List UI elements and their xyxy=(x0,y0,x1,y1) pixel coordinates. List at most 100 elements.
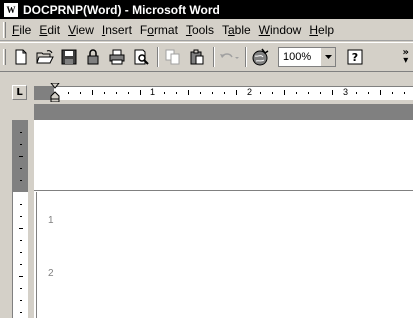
ruler-tick xyxy=(20,144,22,145)
paste-button[interactable] xyxy=(186,46,208,68)
ruler-tick xyxy=(20,300,22,301)
ruler-tick xyxy=(19,228,23,229)
line-number: 1 xyxy=(48,215,54,226)
menu-bar: File Edit View Insert Format Tools Table… xyxy=(0,19,413,41)
print-preview-button[interactable] xyxy=(130,46,152,68)
ruler-tick xyxy=(368,92,369,94)
ruler-tick xyxy=(176,92,177,94)
print-preview-icon xyxy=(134,49,149,65)
page-gap-area xyxy=(34,104,413,120)
ruler-tick xyxy=(272,92,273,94)
indent-marker-icon[interactable] xyxy=(50,83,60,102)
ruler-tick xyxy=(20,168,22,169)
svg-text:?: ? xyxy=(352,51,358,64)
window-title: DOCPRNP(Word) - Microsoft Word xyxy=(23,2,220,17)
ruler-tick xyxy=(140,90,141,95)
document-page[interactable]: 1 2 xyxy=(34,120,413,318)
help-button[interactable]: ? xyxy=(344,46,366,68)
question-mark-icon: ? xyxy=(347,49,363,65)
ruler-tick xyxy=(332,90,333,95)
ruler-tick xyxy=(20,204,22,205)
line-number: 2 xyxy=(48,268,54,279)
ruler-tick xyxy=(20,288,22,289)
menu-view[interactable]: View xyxy=(66,23,100,37)
copy-button[interactable] xyxy=(162,46,184,68)
ruler-tick xyxy=(104,92,105,94)
menu-edit[interactable]: Edit xyxy=(37,23,66,37)
menu-table[interactable]: Table xyxy=(220,23,257,37)
ruler-number: 2 xyxy=(247,87,253,97)
ruler-tick xyxy=(212,92,213,94)
ruler-tick xyxy=(80,92,81,94)
ruler-tick xyxy=(20,312,22,313)
menu-insert[interactable]: Insert xyxy=(100,23,138,37)
copy-icon xyxy=(165,49,180,65)
ruler-number: 3 xyxy=(343,87,349,97)
toolbar-overflow-button[interactable]: » ▾ xyxy=(402,47,409,66)
ruler-tick xyxy=(20,252,22,253)
ruler-tick xyxy=(164,92,165,94)
chevron-down-icon xyxy=(324,55,332,59)
menu-help[interactable]: Help xyxy=(307,23,340,37)
web-toolbar-icon xyxy=(252,48,269,66)
ruler-tick xyxy=(284,90,285,95)
open-folder-icon xyxy=(36,50,54,64)
web-toolbar-button[interactable] xyxy=(250,46,272,68)
ruler-tick xyxy=(92,90,93,95)
word-app-icon[interactable]: W xyxy=(4,2,18,17)
page-left-edge xyxy=(36,192,37,318)
menu-window[interactable]: Window xyxy=(257,23,308,37)
new-document-button[interactable] xyxy=(10,46,32,68)
ruler-tick xyxy=(380,90,381,95)
menubar-grip-handle[interactable] xyxy=(3,21,6,38)
menu-format[interactable]: Format xyxy=(138,23,184,37)
ruler-tick xyxy=(19,156,23,157)
toolbar-separator xyxy=(157,47,159,67)
ruler-tick xyxy=(236,90,237,95)
ruler-tick xyxy=(20,180,22,181)
tab-selector-button[interactable]: L xyxy=(12,85,27,100)
ruler-tick xyxy=(392,92,393,94)
ruler-tick xyxy=(320,92,321,94)
open-button[interactable] xyxy=(34,46,56,68)
ruler-tick xyxy=(20,132,22,133)
ruler-tick xyxy=(19,276,23,277)
page-top-edge xyxy=(34,190,413,191)
menu-tools[interactable]: Tools xyxy=(184,23,220,37)
menu-file[interactable]: File xyxy=(10,23,37,37)
zoom-value: 100% xyxy=(283,51,312,63)
ruler-tick xyxy=(224,92,225,94)
save-icon xyxy=(61,49,77,65)
ruler-tick xyxy=(128,92,129,94)
word-window: W DOCPRNP(Word) - Microsoft Word File Ed… xyxy=(0,0,413,318)
ruler-tick xyxy=(296,92,297,94)
zoom-dropdown-arrow[interactable] xyxy=(320,48,335,66)
new-document-icon xyxy=(15,49,27,65)
ruler-tick xyxy=(20,264,22,265)
toolbar-separator xyxy=(245,47,247,67)
title-bar[interactable]: W DOCPRNP(Word) - Microsoft Word xyxy=(0,0,413,19)
ruler-tick xyxy=(404,92,405,94)
ruler-tick xyxy=(68,92,69,94)
ruler-tick xyxy=(308,92,309,94)
paste-icon xyxy=(190,49,204,65)
print-button[interactable] xyxy=(106,46,128,68)
ruler-tick xyxy=(116,92,117,94)
undo-icon xyxy=(220,53,239,59)
vertical-ruler[interactable] xyxy=(12,120,28,318)
horizontal-ruler[interactable]: 1 2 3 xyxy=(34,83,413,102)
permission-button[interactable] xyxy=(82,46,104,68)
ruler-row: L 1 2 3 xyxy=(0,82,413,104)
ruler-tick xyxy=(260,92,261,94)
ruler-tick xyxy=(356,92,357,94)
permission-icon xyxy=(87,49,99,65)
chevron-more-icon: » ▾ xyxy=(402,47,409,66)
toolbar-grip-handle[interactable] xyxy=(3,49,6,65)
toolbar-separator xyxy=(213,47,215,67)
print-icon xyxy=(109,49,125,65)
save-button[interactable] xyxy=(58,46,80,68)
ruler-number: 1 xyxy=(150,87,156,97)
zoom-dropdown[interactable]: 100% xyxy=(278,47,336,67)
ruler-tick xyxy=(188,90,189,95)
undo-button[interactable] xyxy=(218,46,240,68)
